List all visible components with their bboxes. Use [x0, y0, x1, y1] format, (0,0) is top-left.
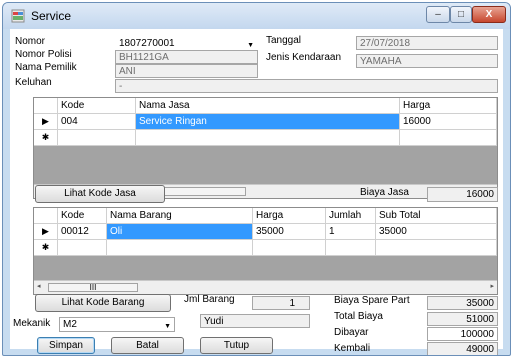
dibayar-label: Dibayar	[334, 327, 369, 338]
nomor-polisi-label: Nomor Polisi	[15, 49, 72, 60]
column-header[interactable]: Kode	[58, 208, 107, 224]
jenis-kendaraan-field[interactable]: YAMAHA	[356, 54, 498, 68]
simpan-button[interactable]: Simpan	[37, 337, 95, 354]
maximize-icon: □	[457, 9, 465, 20]
mekanik-combo[interactable]: M2 ▼	[59, 317, 175, 332]
jasa-grid[interactable]: Kode Nama Jasa Harga ▶ 004 Service Ringa…	[33, 97, 498, 199]
nomor-value: 1807270001	[119, 38, 175, 49]
new-row[interactable]: ✱	[34, 130, 497, 146]
batal-button[interactable]: Batal	[111, 337, 184, 354]
dibayar-field[interactable]: 100000	[427, 327, 498, 341]
keluhan-label: Keluhan	[15, 77, 52, 88]
cell-jumlah[interactable]: 1	[326, 224, 376, 240]
column-header[interactable]: Sub Total	[376, 208, 497, 224]
cell-subtotal[interactable]: 35000	[376, 224, 497, 240]
mekanik-value: M2	[63, 319, 77, 330]
barang-grid[interactable]: Kode Nama Barang Harga Jumlah Sub Total …	[33, 207, 498, 295]
biaya-spare-part-field[interactable]: 35000	[427, 296, 498, 310]
row-pointer-icon: ▶	[34, 224, 58, 240]
biaya-jasa-field[interactable]: 16000	[427, 187, 498, 202]
title-bar[interactable]: Service – □ X	[3, 3, 510, 29]
tutup-button[interactable]: Tutup	[200, 337, 273, 354]
table-row[interactable]: ▶ 00012 Oli 35000 1 35000	[34, 224, 497, 240]
lihat-kode-jasa-button[interactable]: Lihat Kode Jasa	[35, 185, 165, 203]
mekanik-name-field[interactable]: Yudi	[200, 314, 310, 328]
tanggal-label: Tanggal	[266, 35, 302, 46]
column-header[interactable]: Kode	[58, 98, 136, 114]
nomor-label: Nomor	[15, 36, 46, 47]
new-row-icon: ✱	[34, 130, 58, 146]
scroll-right-icon[interactable]: ▸	[490, 282, 494, 290]
nomor-combo[interactable]: 1807270001 ▼	[115, 36, 258, 50]
jml-barang-field[interactable]: 1	[252, 296, 310, 310]
kembali-field[interactable]: 49000	[427, 342, 498, 355]
close-button[interactable]: X	[472, 6, 506, 23]
new-row-icon: ✱	[34, 240, 58, 256]
column-header[interactable]: Jumlah	[326, 208, 376, 224]
row-pointer-icon: ▶	[34, 114, 58, 130]
biaya-spare-part-label: Biaya Spare Part	[334, 295, 410, 306]
cell-harga[interactable]: 35000	[253, 224, 326, 240]
chevron-down-icon: ▼	[164, 323, 171, 330]
column-header[interactable]: Nama Barang	[107, 208, 253, 224]
cell-kode[interactable]: 00012	[58, 224, 107, 240]
service-window: Service – □ X Nomor 1807270001 ▼ Nomor P…	[2, 2, 511, 356]
maximize-button[interactable]: □	[450, 6, 472, 23]
nama-pemilik-label: Nama Pemilik	[15, 62, 77, 73]
kembali-label: Kembali	[334, 343, 371, 354]
keluhan-field[interactable]: -	[115, 79, 498, 93]
biaya-jasa-label: Biaya Jasa	[360, 187, 409, 198]
app-form-icon	[11, 9, 25, 23]
column-header[interactable]: Nama Jasa	[136, 98, 400, 114]
form-body: Nomor 1807270001 ▼ Nomor Polisi BH1121GA…	[10, 29, 503, 355]
barang-horizontal-scrollbar[interactable]: ◂ III ▸	[34, 280, 497, 294]
tanggal-field[interactable]: 27/07/2018	[356, 36, 498, 50]
cell-kode[interactable]: 004	[58, 114, 136, 130]
new-row[interactable]: ✱	[34, 240, 497, 256]
cell-nama-barang[interactable]: Oli	[107, 224, 253, 240]
lihat-kode-barang-button[interactable]: Lihat Kode Barang	[35, 294, 171, 312]
scroll-left-icon[interactable]: ◂	[37, 282, 41, 290]
jasa-grid-header: Kode Nama Jasa Harga	[34, 98, 497, 114]
total-biaya-field[interactable]: 51000	[427, 312, 498, 326]
jml-barang-label: Jml Barang	[184, 294, 235, 305]
cell-harga[interactable]: 16000	[400, 114, 497, 130]
mekanik-label: Mekanik	[13, 318, 51, 329]
nomor-polisi-field[interactable]: BH1121GA	[115, 50, 258, 64]
table-row[interactable]: ▶ 004 Service Ringan 16000	[34, 114, 497, 130]
window-title: Service	[31, 9, 72, 23]
jenis-kendaraan-label: Jenis Kendaraan	[266, 52, 342, 63]
scroll-thumb[interactable]: III	[48, 283, 138, 292]
nama-pemilik-field[interactable]: ANI	[115, 64, 258, 78]
column-header[interactable]: Harga	[400, 98, 497, 114]
cell-nama-jasa[interactable]: Service Ringan	[136, 114, 400, 130]
minimize-icon: –	[435, 9, 441, 20]
column-header[interactable]: Harga	[253, 208, 326, 224]
barang-grid-header: Kode Nama Barang Harga Jumlah Sub Total	[34, 208, 497, 224]
minimize-button[interactable]: –	[426, 6, 450, 23]
close-icon: X	[485, 9, 493, 20]
total-biaya-label: Total Biaya	[334, 311, 383, 322]
